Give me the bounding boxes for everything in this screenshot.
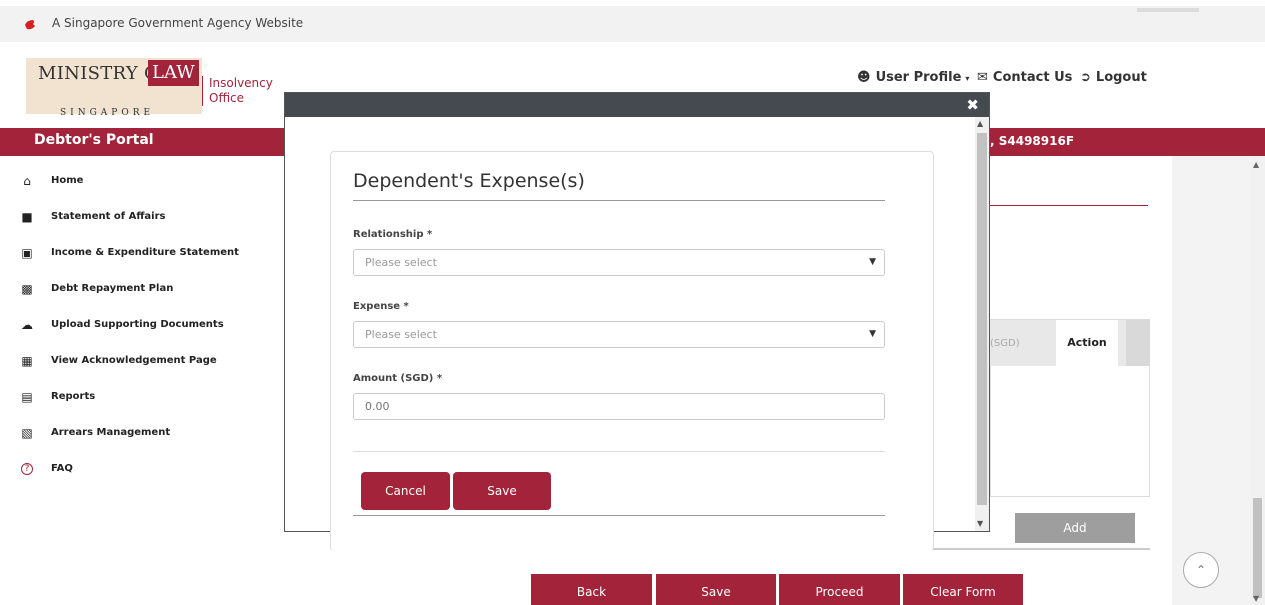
user-id-text: , S4498916F [990, 134, 1075, 148]
sidebar-item-label: Income & Expenditure Statement [51, 247, 239, 258]
table-header-action: Action [1056, 320, 1118, 366]
sidebar-item-debt-repayment-plan[interactable]: ▩ Debt Repayment Plan [0, 269, 284, 305]
amount-input[interactable] [353, 393, 885, 420]
folder-icon: ■ [21, 210, 33, 224]
report-icon: ▤ [21, 390, 33, 404]
banner-tab [1137, 8, 1199, 12]
page-scrollbar-thumb[interactable] [1253, 498, 1262, 598]
chevron-down-icon: ▾ [965, 74, 970, 83]
user-icon: ☻ [857, 70, 871, 85]
sidebar-item-statement-of-affairs[interactable]: ■ Statement of Affairs [0, 197, 284, 233]
gov-banner: A Singapore Government Agency Website [0, 0, 1265, 42]
sidebar-item-label: Statement of Affairs [51, 211, 166, 222]
contact-us-label: Contact Us [992, 70, 1073, 85]
modal-title: Dependent's Expense(s) [353, 170, 585, 192]
logo-country-text: SINGAPORE [60, 108, 155, 118]
proceed-button[interactable]: Proceed [779, 574, 900, 605]
sidebar-item-label: View Acknowledgement Page [51, 355, 217, 366]
portal-title: Debtor's Portal [34, 132, 154, 148]
logout-link[interactable]: ➲ Logout [1080, 70, 1147, 85]
expense-select[interactable]: Please select ▼ [353, 321, 885, 348]
scroll-down-icon[interactable]: ▼ [1253, 594, 1259, 603]
scroll-up-icon[interactable]: ▲ [1253, 160, 1259, 169]
contact-us-link[interactable]: ✉ Contact Us [977, 70, 1072, 85]
page-scrollbar[interactable]: ▲ ▼ [1250, 156, 1265, 605]
expense-form-card: Dependent's Expense(s) Relationship * Pl… [330, 151, 934, 551]
page: A Singapore Government Agency Website MI… [0, 0, 1265, 605]
table-header: (SGD) Action [990, 320, 1150, 366]
chevron-up-icon: ⌃ [1195, 563, 1207, 577]
sidebar-item-acknowledgement[interactable]: ▦ View Acknowledgement Page [0, 341, 284, 377]
right-rail [1172, 156, 1250, 605]
sidebar-item-arrears[interactable]: ▧ Arrears Management [0, 413, 284, 449]
question-icon: ? [21, 463, 33, 475]
title-divider [353, 200, 885, 201]
sidebar-item-label: FAQ [51, 463, 73, 474]
gov-banner-text: A Singapore Government Agency Website [52, 16, 304, 30]
save-button[interactable]: Save [453, 472, 551, 510]
close-icon[interactable]: ✖ [966, 96, 979, 114]
singapore-lion-icon [25, 20, 35, 30]
table-header-filler [1126, 320, 1150, 366]
sidebar-item-upload-documents[interactable]: ☁ Upload Supporting Documents [0, 305, 284, 341]
expense-label: Expense * [353, 301, 409, 312]
document-icon: ▦ [21, 354, 33, 368]
sidebar-item-home[interactable]: ⌂ Home [0, 161, 284, 197]
modal-scrollbar-thumb[interactable] [977, 133, 987, 505]
sidebar: ⌂ Home ■ Statement of Affairs ▣ Income &… [0, 156, 284, 605]
fields-divider [353, 451, 885, 452]
sidebar-item-label: Arrears Management [51, 427, 171, 438]
footer-divider [353, 515, 885, 516]
modal-scroll-up-icon[interactable]: ▲ [977, 119, 983, 128]
cancel-button[interactable]: Cancel [361, 472, 450, 510]
logout-label: Logout [1095, 70, 1147, 85]
user-profile-label: User Profile [875, 70, 962, 85]
sidebar-item-faq[interactable]: ? FAQ [0, 449, 284, 485]
home-icon: ⌂ [23, 174, 31, 188]
modal-scroll-down-icon[interactable]: ▼ [977, 519, 983, 528]
sidebar-item-income-expenditure[interactable]: ▣ Income & Expenditure Statement [0, 233, 284, 269]
amount-label: Amount (SGD) * [353, 373, 443, 384]
relationship-value: Please select [365, 256, 437, 269]
clipboard-icon: ▧ [21, 426, 33, 440]
expense-value: Please select [365, 328, 437, 341]
caret-down-icon: ▼ [869, 257, 876, 267]
logout-icon: ➲ [1080, 70, 1091, 85]
modal-scrollbar[interactable]: ▲ ▼ [975, 117, 989, 531]
section-underline [990, 205, 1148, 206]
caret-down-icon: ▼ [869, 329, 876, 339]
logo-office-text: Insolvency Office [202, 76, 282, 106]
envelope-icon: ✉ [977, 70, 988, 85]
sidebar-item-label: Upload Supporting Documents [51, 319, 224, 330]
money-icon: ▩ [21, 282, 33, 296]
back-button[interactable]: Back [531, 574, 652, 605]
sidebar-item-reports[interactable]: ▤ Reports [0, 377, 284, 413]
relationship-label: Relationship * [353, 229, 433, 240]
table-header-amount: (SGD) [990, 338, 1020, 349]
clear-form-button[interactable]: Clear Form [903, 574, 1023, 605]
modal-titlebar: ✖ [285, 93, 989, 117]
logo-law-text: LAW [148, 60, 199, 86]
relationship-select[interactable]: Please select ▼ [353, 249, 885, 276]
dependent-expense-modal: ✖ Dependent's Expense(s) Relationship * … [284, 92, 990, 551]
book-icon: ▣ [21, 246, 33, 260]
back-to-top-button[interactable]: ⌃ [1183, 552, 1219, 588]
sidebar-item-label: Home [51, 175, 84, 186]
save-form-button[interactable]: Save [656, 574, 776, 605]
sidebar-item-label: Debt Repayment Plan [51, 283, 174, 294]
user-profile-menu[interactable]: ☻ User Profile ▾ [857, 70, 969, 85]
sidebar-item-label: Reports [51, 391, 96, 402]
add-button[interactable]: Add [1015, 513, 1135, 543]
cloud-upload-icon: ☁ [21, 318, 33, 332]
